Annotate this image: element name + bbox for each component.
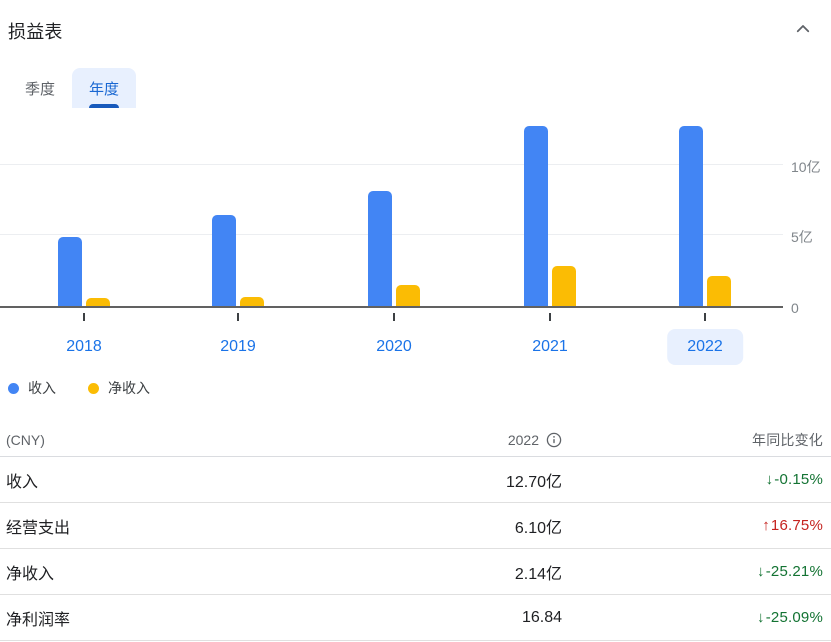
y-axis-labels: 0 5亿 10亿 (783, 108, 831, 317)
legend-item-revenue: 收入 (8, 378, 56, 398)
row-change: ↓-25.09% (562, 609, 823, 626)
x-tick (704, 313, 706, 321)
revenue-bar-2021[interactable] (524, 126, 548, 306)
column-yoy-change: 年同比变化 (752, 431, 823, 448)
revenue-bar-2018[interactable] (58, 237, 82, 306)
table-row-operating-expense: 经营支出 6.10亿 ↑16.75% (0, 503, 831, 549)
net-income-bar-2018[interactable] (86, 298, 110, 306)
bar-chart: 0 5亿 10亿 (0, 108, 831, 317)
net-income-bar-2019[interactable] (240, 297, 264, 306)
net-income-bar-2020[interactable] (396, 284, 420, 306)
year-label-2018[interactable]: 2018 (66, 329, 102, 365)
row-label: 收入 (6, 473, 39, 491)
change-value: -25.21% (765, 563, 823, 580)
net-income-bar-2022[interactable] (707, 275, 731, 306)
x-tick (83, 313, 85, 321)
tab-quarterly-label: 季度 (25, 80, 56, 98)
row-label: 净利润率 (6, 611, 71, 629)
table-row-net-income: 净收入 2.14亿 ↓-25.21% (0, 549, 831, 595)
x-tick (393, 313, 395, 321)
row-value: 2.14亿 (514, 565, 562, 583)
chevron-up-icon (794, 20, 812, 43)
panel-header: 损益表 (0, 0, 831, 44)
column-currency: (CNY) (6, 431, 45, 448)
row-change: ↑16.75% (562, 517, 823, 534)
y-axis-tick-label: 10亿 (791, 158, 821, 175)
column-year-label: 2022 (507, 431, 539, 448)
y-axis-tick-label: 5亿 (791, 229, 813, 246)
legend-net-income-label: 净收入 (108, 380, 150, 396)
x-tick (237, 313, 239, 321)
change-value: 16.75% (770, 517, 823, 534)
legend-item-net-income: 净收入 (88, 378, 150, 398)
legend-revenue-label: 收入 (28, 380, 56, 396)
x-tick (549, 313, 551, 321)
x-axis-labels: 2018 2019 2020 2021 2022 (0, 323, 831, 371)
revenue-dot-icon (8, 382, 19, 394)
row-value: 12.70亿 (505, 473, 562, 491)
revenue-bar-2020[interactable] (368, 190, 392, 306)
change-value: -0.15% (774, 471, 823, 488)
period-tabs: 季度 年度 (8, 68, 831, 108)
tab-annual-label: 年度 (89, 80, 120, 98)
row-value: 6.10亿 (514, 519, 562, 537)
info-icon[interactable] (546, 432, 562, 448)
row-change: ↓-0.15% (562, 471, 823, 488)
x-axis-ticks (0, 308, 831, 323)
revenue-bar-2022[interactable] (679, 126, 703, 306)
net-income-bar-2021[interactable] (552, 265, 576, 306)
year-label-2022[interactable]: 2022 (667, 329, 743, 365)
panel-title: 损益表 (8, 22, 63, 42)
row-value: 16.84 (521, 608, 562, 626)
revenue-bar-2019[interactable] (212, 214, 236, 306)
tab-annual[interactable]: 年度 (72, 68, 137, 108)
financials-table: (CNY) 2022 年同比变化 收入 12.70亿 ↓-0.15% 经营支出 … (0, 423, 831, 641)
year-label-2020[interactable]: 2020 (376, 329, 412, 365)
collapse-section-button[interactable] (791, 19, 815, 43)
row-label: 净收入 (6, 565, 55, 583)
year-label-2021[interactable]: 2021 (532, 329, 568, 365)
column-year: 2022 (426, 432, 562, 448)
net-income-dot-icon (88, 382, 99, 394)
down-arrow-icon: ↓ (757, 609, 765, 626)
change-value: -25.09% (765, 609, 823, 626)
plot-area[interactable] (0, 108, 783, 308)
row-label: 经营支出 (6, 519, 71, 537)
gridline (0, 163, 783, 165)
table-row-net-margin: 净利润率 16.84 ↓-25.09% (0, 595, 831, 641)
year-label-2019[interactable]: 2019 (220, 329, 256, 365)
down-arrow-icon: ↓ (757, 563, 765, 580)
chart-legend: 收入 净收入 (8, 379, 831, 397)
income-statement-panel: 损益表 季度 年度 0 5亿 10亿 2018 2019 2020 2021 2022 收入… (0, 0, 831, 642)
row-change: ↓-25.21% (562, 563, 823, 580)
table-row-revenue: 收入 12.70亿 ↓-0.15% (0, 457, 831, 503)
down-arrow-icon: ↓ (765, 471, 774, 488)
up-arrow-icon: ↑ (762, 517, 770, 534)
tab-quarterly[interactable]: 季度 (8, 68, 72, 108)
table-header-row: (CNY) 2022 年同比变化 (0, 423, 831, 457)
